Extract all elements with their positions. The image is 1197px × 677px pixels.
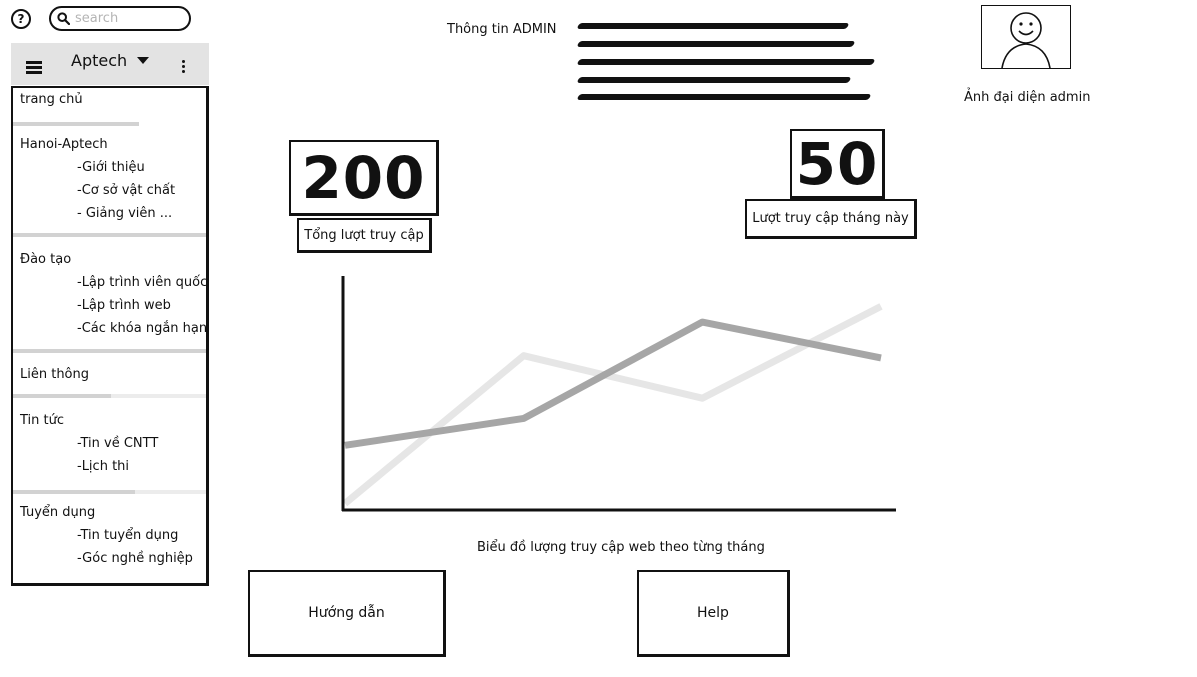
brand-dropdown[interactable]: Aptech bbox=[71, 51, 127, 70]
sidebar-nav: trang chủ Hanoi-Aptech -Giới thiệu -Cơ s… bbox=[11, 86, 209, 586]
month-visits-value: 50 bbox=[795, 129, 879, 198]
search-box[interactable] bbox=[49, 6, 191, 31]
total-visits-counter: 200 bbox=[289, 140, 439, 216]
separator bbox=[13, 122, 139, 126]
separator bbox=[111, 394, 206, 398]
chevron-down-icon[interactable] bbox=[137, 57, 149, 64]
sidebar-subitem[interactable]: -Giới thiệu bbox=[77, 160, 145, 175]
visits-line-chart bbox=[341, 276, 896, 512]
sidebar-subitem[interactable]: -Tin tuyển dụng bbox=[77, 528, 178, 543]
search-icon bbox=[57, 12, 70, 25]
guide-button[interactable]: Hướng dẫn bbox=[248, 570, 446, 657]
admin-info-label: Thông tin ADMIN bbox=[447, 22, 557, 37]
total-visits-label: Tổng lượt truy cập bbox=[297, 218, 432, 253]
month-visits-counter: 50 bbox=[790, 129, 885, 199]
admin-info-placeholder-text bbox=[576, 22, 876, 102]
sidebar-subitem[interactable]: -Các khóa ngắn hạn bbox=[77, 321, 206, 336]
sidebar-subitem[interactable]: -Tin về CNTT bbox=[77, 436, 158, 451]
avatar-label: Ảnh đại diện admin bbox=[964, 90, 1091, 105]
sidebar-item-tuyen-dung[interactable]: Tuyển dụng bbox=[20, 505, 95, 520]
sidebar-subitem[interactable]: - Giảng viên ... bbox=[77, 206, 172, 221]
help-glyph: ? bbox=[17, 12, 25, 26]
sidebar-subitem[interactable]: -Lập trình viên quốc bbox=[77, 275, 206, 290]
chart-caption: Biểu đồ lượng truy cập web theo từng thá… bbox=[477, 540, 765, 555]
series-line-1 bbox=[342, 303, 883, 507]
hamburger-icon[interactable] bbox=[26, 61, 42, 74]
sidebar-item-dao-tao[interactable]: Đào tạo bbox=[20, 252, 71, 267]
search-input[interactable] bbox=[75, 11, 175, 26]
separator bbox=[13, 394, 111, 398]
series-line-2 bbox=[344, 318, 882, 449]
smiley-face-icon bbox=[1001, 12, 1051, 69]
separator bbox=[135, 490, 206, 494]
separator bbox=[13, 490, 135, 494]
sidebar-item-tin-tuc[interactable]: Tin tức bbox=[20, 413, 64, 428]
sidebar-subitem[interactable]: -Lập trình web bbox=[77, 298, 171, 313]
separator bbox=[13, 349, 206, 353]
separator bbox=[13, 233, 206, 237]
total-visits-value: 200 bbox=[301, 143, 426, 212]
sidebar-subitem[interactable]: -Lịch thi bbox=[77, 459, 129, 474]
admin-avatar[interactable] bbox=[981, 5, 1071, 69]
sidebar-subitem[interactable]: -Cơ sở vật chất bbox=[77, 183, 175, 198]
sidebar-item-hanoi-aptech[interactable]: Hanoi-Aptech bbox=[20, 137, 108, 152]
kebab-menu-icon[interactable] bbox=[182, 60, 186, 75]
help-button[interactable]: Help bbox=[637, 570, 790, 657]
sidebar-subitem[interactable]: -Góc nghề nghiệp bbox=[77, 551, 193, 566]
month-visits-label: Lượt truy cập tháng này bbox=[745, 199, 917, 239]
question-circle-icon[interactable]: ? bbox=[11, 9, 31, 29]
sidebar-item-lien-thong[interactable]: Liên thông bbox=[20, 367, 89, 382]
sidebar-item-trang-chu[interactable]: trang chủ bbox=[20, 92, 83, 107]
